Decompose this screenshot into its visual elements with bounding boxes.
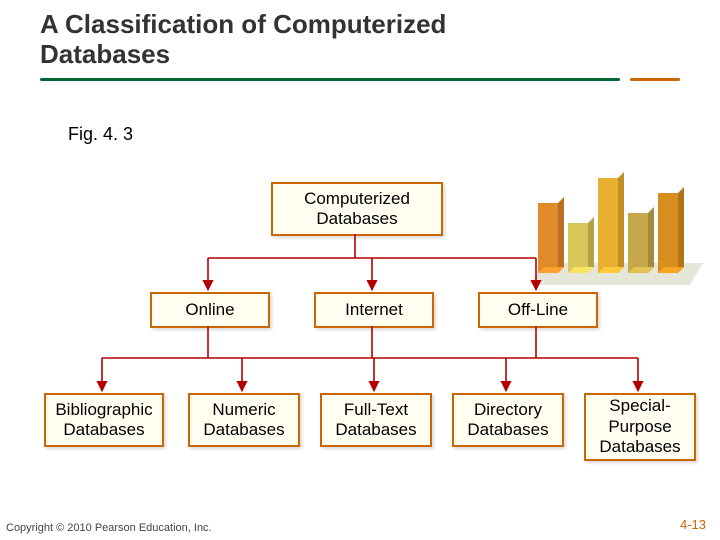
title-line1: A Classification of Computerized <box>40 9 446 39</box>
node-root: ComputerizedDatabases <box>271 182 443 236</box>
node-bibliographic: BibliographicDatabases <box>44 393 164 447</box>
slide-title: A Classification of Computerized Databas… <box>40 10 446 70</box>
node-online: Online <box>150 292 270 328</box>
node-numeric: NumericDatabases <box>188 393 300 447</box>
node-directory: DirectoryDatabases <box>452 393 564 447</box>
copyright-footer: Copyright © 2010 Pearson Education, Inc. <box>6 522 212 534</box>
figure-label: Fig. 4. 3 <box>68 124 133 145</box>
node-fulltext: Full-TextDatabases <box>320 393 432 447</box>
title-underline-accent <box>630 78 680 81</box>
node-special: Special-PurposeDatabases <box>584 393 696 461</box>
title-underline <box>40 78 620 81</box>
title-line2: Databases <box>40 39 170 69</box>
barchart-illustration <box>530 165 690 285</box>
node-internet: Internet <box>314 292 434 328</box>
slide: A Classification of Computerized Databas… <box>0 0 720 540</box>
page-number: 4-13 <box>680 517 706 532</box>
node-offline: Off-Line <box>478 292 598 328</box>
